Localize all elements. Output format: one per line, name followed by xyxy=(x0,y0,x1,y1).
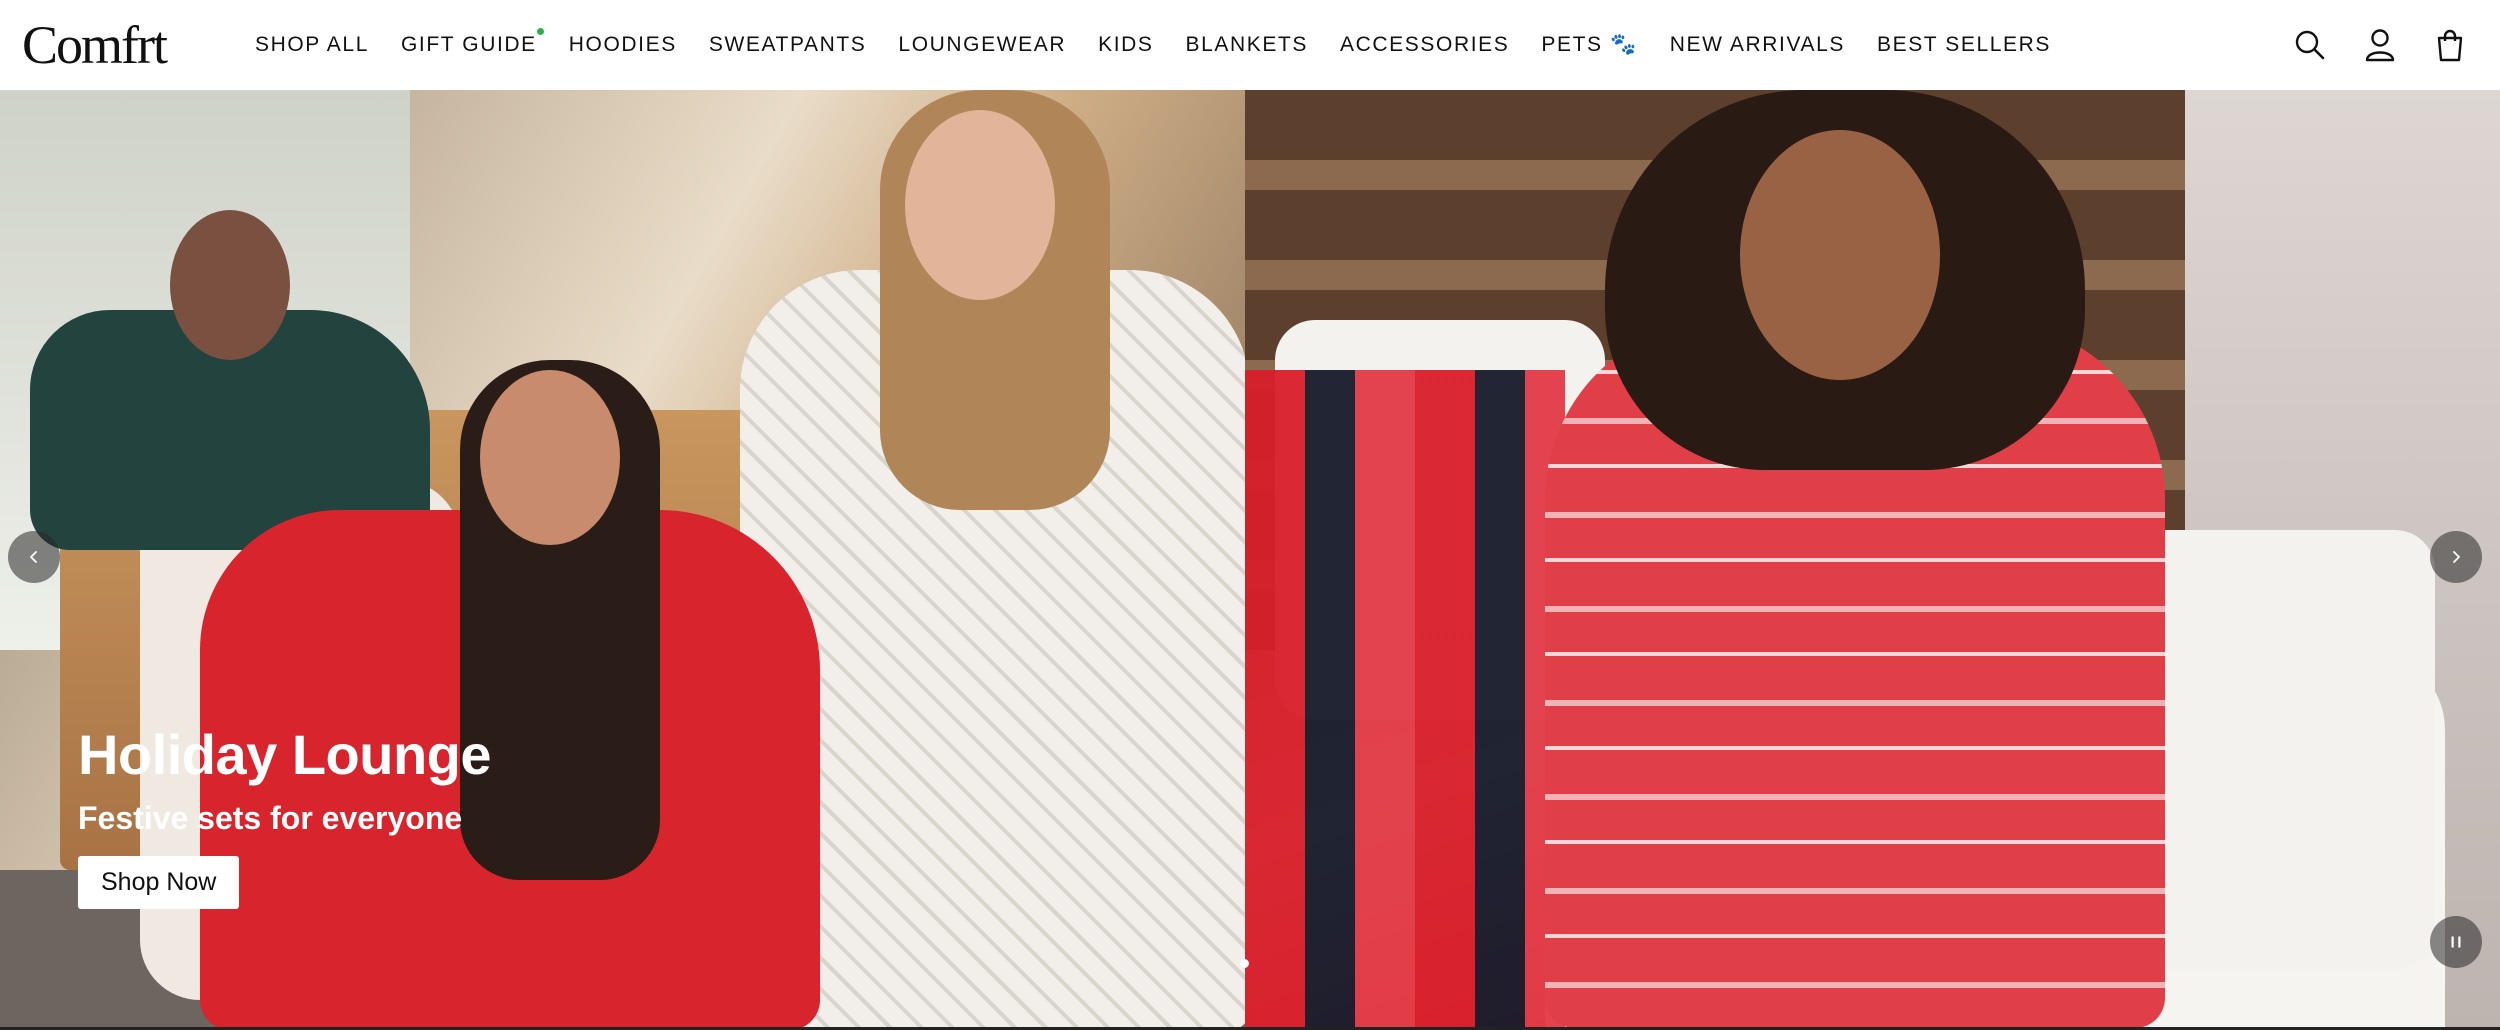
nav-item-best-sellers[interactable]: BEST SELLERS xyxy=(1877,33,2051,57)
new-indicator-dot xyxy=(536,28,544,35)
hero-title: Holiday Lounge xyxy=(78,723,492,786)
nav-item-sweatpants[interactable]: SWEATPANTS xyxy=(709,33,867,57)
nav-item-gift-guide[interactable]: GIFT GUIDE xyxy=(400,28,544,57)
nav-item-label: GIFT GUIDE xyxy=(400,33,537,56)
site-header: Comfrt SHOP ALL GIFT GUIDE HOODIES SWEAT… xyxy=(0,0,2500,90)
nav-item-hoodies[interactable]: HOODIES xyxy=(569,33,677,57)
hero-caption: Holiday Lounge Festive sets for everyone… xyxy=(78,722,492,909)
main-nav: SHOP ALL GIFT GUIDE HOODIES SWEATPANTS L… xyxy=(255,0,2083,90)
nav-item-loungewear[interactable]: LOUNGEWEAR xyxy=(898,33,1066,57)
pause-slideshow-button[interactable] xyxy=(2430,916,2482,968)
nav-item-new-arrivals[interactable]: NEW ARRIVALS xyxy=(1670,33,1845,57)
nav-item-pets[interactable]: PETS 🐾 xyxy=(1541,33,1637,57)
shop-now-button[interactable]: Shop Now xyxy=(78,856,240,909)
nav-item-blankets[interactable]: BLANKETS xyxy=(1186,33,1309,57)
chevron-left-icon xyxy=(30,551,37,563)
hero-image-right xyxy=(1245,90,2500,1028)
previous-slide-button[interactable] xyxy=(8,531,60,583)
brand-logo[interactable]: Comfrt xyxy=(22,16,168,74)
nav-item-accessories[interactable]: ACCESSORIES xyxy=(1340,33,1509,57)
slide-indicator-dot[interactable] xyxy=(1240,959,1249,968)
account-icon[interactable] xyxy=(2360,25,2400,65)
search-icon[interactable] xyxy=(2290,25,2330,65)
pause-icon xyxy=(2451,936,2461,948)
nav-item-shop-all[interactable]: SHOP ALL xyxy=(255,33,369,57)
header-actions xyxy=(2260,0,2470,90)
chevron-right-icon xyxy=(2453,551,2460,563)
next-slide-button[interactable] xyxy=(2430,531,2482,583)
hero-slideshow: Holiday Lounge Festive sets for everyone… xyxy=(0,90,2500,1028)
cart-icon[interactable] xyxy=(2430,25,2470,65)
hero-subtitle: Festive sets for everyone xyxy=(78,800,463,836)
nav-item-kids[interactable]: KIDS xyxy=(1098,33,1153,57)
